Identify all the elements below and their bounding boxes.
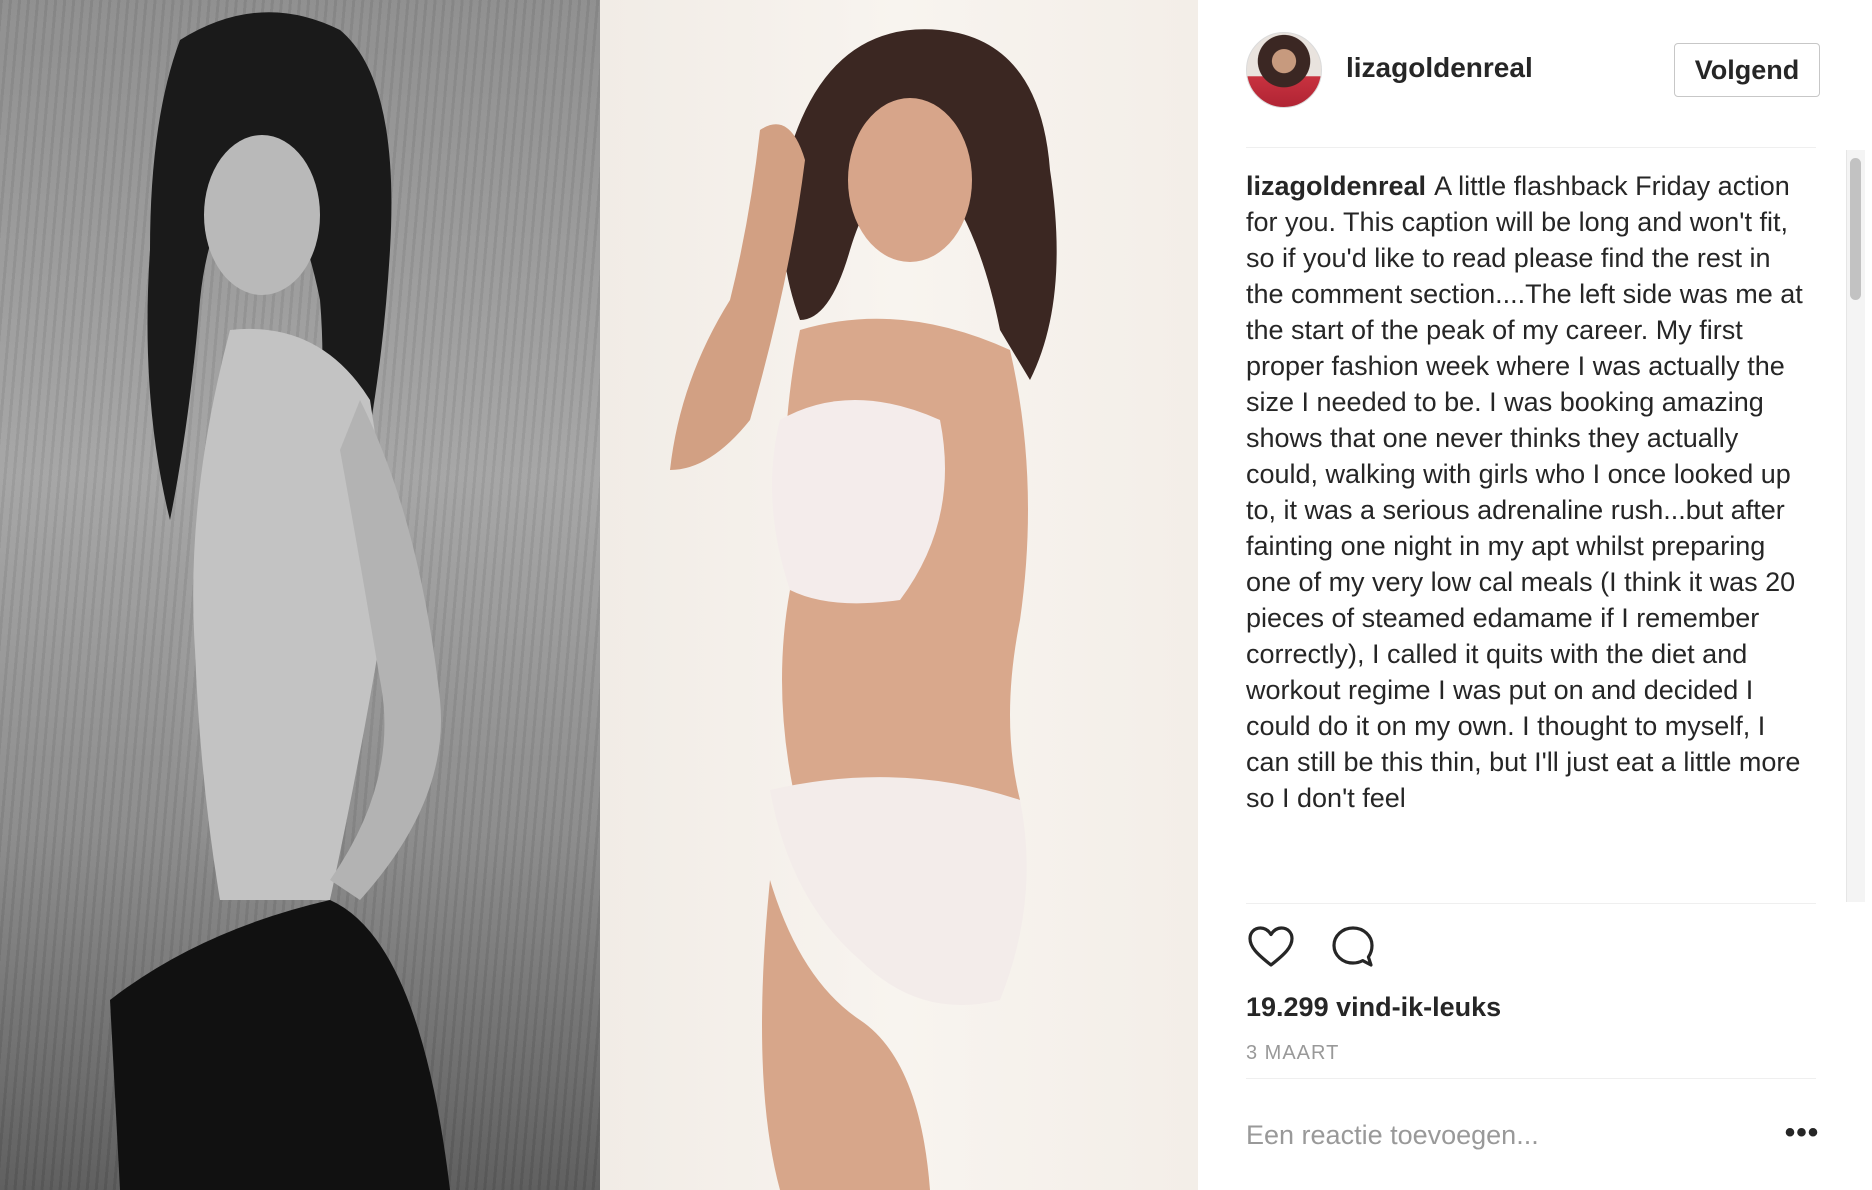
caption-username[interactable]: lizagoldenreal [1246,171,1426,201]
action-bar [1246,922,1378,976]
comment-input[interactable] [1246,1112,1746,1158]
heart-icon [1248,926,1294,967]
header-username[interactable]: lizagoldenreal [1346,52,1533,84]
more-options-button[interactable]: ••• [1782,1118,1822,1154]
caption: lizagoldenreal A little flashback Friday … [1246,168,1806,816]
header-divider [1246,147,1816,148]
comment-divider [1246,1078,1816,1079]
photo-left-figure [110,12,450,1190]
post-header: lizagoldenreal Volgend [1198,0,1872,145]
likes-count[interactable]: 19.299 vind-ik-leuks [1246,992,1501,1023]
post-image[interactable] [0,0,1198,1190]
post-date[interactable]: 3 MAART [1246,1042,1339,1065]
comment-button[interactable] [1328,922,1378,972]
comment-bubble-icon [1332,926,1374,967]
photo-right-figure [670,29,1057,1190]
post-sidebar: lizagoldenreal Volgend lizagoldenreal A l… [1198,0,1872,1190]
caption-body: A little flashback Friday action for you… [1246,171,1803,813]
avatar[interactable] [1246,32,1322,108]
like-button[interactable] [1246,922,1296,972]
photo-left-black-and-white [0,0,600,1190]
photo-right-color [600,0,1198,1190]
actions-divider [1246,903,1816,904]
caption-area[interactable]: lizagoldenreal A little flashback Friday … [1246,168,1816,903]
caption-scrollbar-thumb[interactable] [1850,158,1861,300]
follow-button[interactable]: Volgend [1674,43,1820,97]
